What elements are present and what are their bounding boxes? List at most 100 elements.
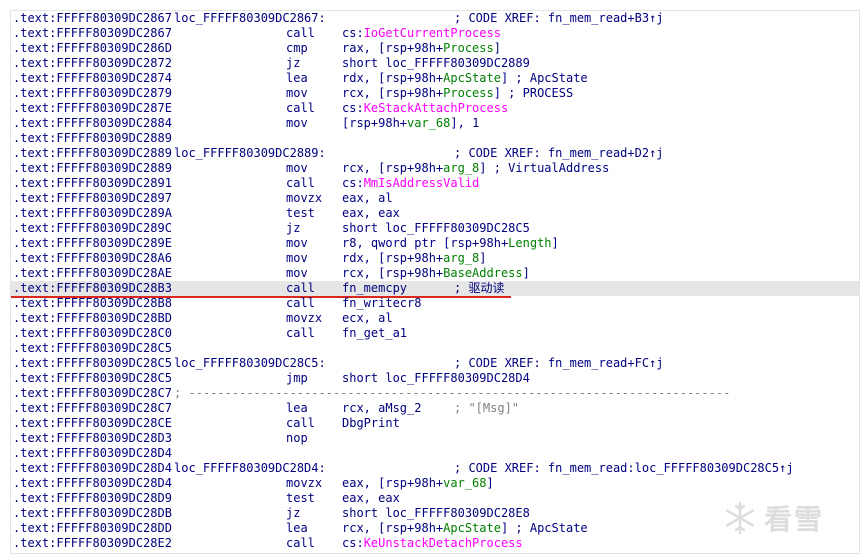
disassembly-view[interactable]: .text:FFFFF80309DC2867 loc_FFFFF80309DC28… bbox=[10, 10, 860, 554]
mnemonic: call bbox=[286, 26, 315, 40]
code-line[interactable]: .text:FFFFF80309DC2874 lea rdx, [rsp+98h+A… bbox=[11, 71, 859, 86]
operands: [rsp+98h+var_68], 1 bbox=[342, 116, 479, 131]
code-line[interactable]: .text:FFFFF80309DC28D9 test eax, eax bbox=[11, 491, 859, 506]
code-line[interactable]: .text:FFFFF80309DC2891 call cs:MmIsAddress… bbox=[11, 176, 859, 191]
code-label-line[interactable]: .text:FFFFF80309DC2889 loc_FFFFF80309DC28… bbox=[11, 146, 859, 161]
import-name[interactable]: MmIsAddressValid bbox=[364, 176, 480, 190]
address: .text:FFFFF80309DC2891 bbox=[13, 176, 172, 190]
code-line[interactable]: .text:FFFFF80309DC28C7 lea rcx, aMsg_2 ; "[… bbox=[11, 401, 859, 416]
operand-text: rdx, [rsp+98h+ bbox=[342, 251, 444, 265]
code-line[interactable]: .text:FFFFF80309DC289C jz short loc_FFFFF8… bbox=[11, 221, 859, 236]
address: .text:FFFFF80309DC28DB bbox=[13, 506, 172, 520]
address: .text:FFFFF80309DC28C5 bbox=[13, 341, 172, 355]
address: .text:FFFFF80309DC28D4 bbox=[13, 476, 172, 490]
code-line[interactable]: .text:FFFFF80309DC28D4 movzx eax, [rsp+98h… bbox=[11, 476, 859, 491]
code-label-line[interactable]: .text:FFFFF80309DC28D4 loc_FFFFF80309DC28… bbox=[11, 461, 859, 476]
mnemonic: mov bbox=[286, 161, 308, 175]
mnemonic: test bbox=[286, 206, 315, 220]
mnemonic: call bbox=[286, 416, 315, 430]
comment: ; "[Msg]" bbox=[454, 401, 520, 415]
code-line[interactable]: .text:FFFFF80309DC28C5 jmp short loc_FFFFF… bbox=[11, 371, 859, 386]
stack-var[interactable]: var_68 bbox=[407, 116, 450, 130]
code-line[interactable]: .text:FFFFF80309DC2884 mov [rsp+98h+var_68… bbox=[11, 116, 859, 131]
stack-var[interactable]: arg_8 bbox=[443, 251, 479, 265]
code-line[interactable]: .text:FFFFF80309DC28C0 call fn_get_a1 bbox=[11, 326, 859, 341]
stack-var[interactable]: var_68 bbox=[443, 476, 486, 490]
stack-var[interactable]: arg_8 bbox=[443, 161, 479, 175]
operands: short loc_FFFFF80309DC2889 bbox=[342, 56, 530, 71]
operands: cs:IoGetCurrentProcess bbox=[342, 26, 501, 41]
operand-text: ecx, al bbox=[342, 311, 393, 325]
operand-text: cs: bbox=[342, 176, 364, 190]
code-line[interactable]: .text:FFFFF80309DC28B3 call fn_memcpy ; 驱动读 bbox=[11, 281, 859, 296]
code-line[interactable]: .text:FFFFF80309DC28C5 bbox=[11, 341, 859, 356]
code-line[interactable]: .text:FFFFF80309DC2897 movzx eax, al bbox=[11, 191, 859, 206]
code-label[interactable]: loc_FFFFF80309DC2889: bbox=[174, 146, 326, 161]
code-line[interactable]: .text:FFFFF80309DC28D4 bbox=[11, 446, 859, 461]
code-label[interactable]: loc_FFFFF80309DC2867: bbox=[174, 11, 326, 26]
code-line[interactable]: .text:FFFFF80309DC28A6 mov rdx, [rsp+98h+a… bbox=[11, 251, 859, 266]
code-line[interactable]: .text:FFFFF80309DC2872 jz short loc_FFFFF8… bbox=[11, 56, 859, 71]
stack-var[interactable]: BaseAddress bbox=[443, 266, 522, 280]
code-line[interactable]: .text:FFFFF80309DC28DD lea rcx, [rsp+98h+A… bbox=[11, 521, 859, 536]
code-line[interactable]: .text:FFFFF80309DC286D cmp rax, [rsp+98h+P… bbox=[11, 41, 859, 56]
address: .text:FFFFF80309DC28AE bbox=[13, 266, 172, 280]
stack-var[interactable]: ApcState bbox=[443, 521, 501, 535]
mnemonic: mov bbox=[286, 251, 308, 265]
address: .text:FFFFF80309DC28C5 bbox=[13, 356, 172, 370]
code-label[interactable]: loc_FFFFF80309DC28C5: bbox=[174, 356, 326, 371]
comment: ; CODE XREF: fn_mem_read:loc_FFFFF80309D… bbox=[454, 461, 794, 475]
code-line[interactable]: .text:FFFFF80309DC28B8 call fn_writecr8 bbox=[11, 296, 859, 311]
address: .text:FFFFF80309DC2897 bbox=[13, 191, 172, 205]
separator-line[interactable]: .text:FFFFF80309DC28C7; ----------------… bbox=[11, 386, 859, 401]
code-line[interactable]: .text:FFFFF80309DC28D3 nop bbox=[11, 431, 859, 446]
operands: short loc_FFFFF80309DC28C5 bbox=[342, 221, 530, 236]
code-line[interactable]: .text:FFFFF80309DC28E2 call cs:KeUnstackDe… bbox=[11, 536, 859, 551]
code-label[interactable]: loc_FFFFF80309DC28D4: bbox=[174, 461, 326, 476]
address: .text:FFFFF80309DC28B8 bbox=[13, 296, 172, 310]
operand-text: [rsp+98h+ bbox=[342, 116, 408, 130]
operand-text: ] bbox=[479, 251, 487, 265]
operand-text: rcx, [rsp+98h+ bbox=[342, 86, 444, 100]
mnemonic: mov bbox=[286, 86, 308, 100]
import-name[interactable]: KeStackAttachProcess bbox=[364, 101, 509, 115]
stack-var[interactable]: Process bbox=[443, 41, 494, 55]
code-line[interactable]: .text:FFFFF80309DC28BD movzx ecx, al bbox=[11, 311, 859, 326]
stack-var[interactable]: Length bbox=[508, 236, 551, 250]
code-line[interactable]: .text:FFFFF80309DC28AE mov rcx, [rsp+98h+B… bbox=[11, 266, 859, 281]
address: .text:FFFFF80309DC2867 bbox=[13, 11, 172, 25]
code-line[interactable]: .text:FFFFF80309DC28DB jz short loc_FFFFF8… bbox=[11, 506, 859, 521]
import-name[interactable]: IoGetCurrentProcess bbox=[364, 26, 501, 40]
mnemonic: movzx bbox=[286, 476, 323, 490]
address: .text:FFFFF80309DC28C5 bbox=[13, 371, 172, 385]
address: .text:FFFFF80309DC289E bbox=[13, 236, 172, 250]
code-line[interactable]: .text:FFFFF80309DC2889 mov rcx, [rsp+98h+a… bbox=[11, 161, 859, 176]
operands: rcx, aMsg_2 bbox=[342, 401, 421, 416]
mnemonic: mov bbox=[286, 266, 308, 280]
operands: rcx, [rsp+98h+Process] ; PROCESS bbox=[342, 86, 573, 101]
code-line[interactable]: .text:FFFFF80309DC2879 mov rcx, [rsp+98h+P… bbox=[11, 86, 859, 101]
operands: ecx, al bbox=[342, 311, 393, 326]
mnemonic: lea bbox=[286, 71, 308, 85]
operand-text: eax, [rsp+98h+ bbox=[342, 476, 444, 490]
mnemonic: movzx bbox=[286, 311, 323, 325]
operand-text: eax, eax bbox=[342, 206, 400, 220]
comment: ; CODE XREF: fn_mem_read+D2↑j bbox=[454, 146, 664, 160]
code-line[interactable]: .text:FFFFF80309DC289E mov r8, qword ptr [… bbox=[11, 236, 859, 251]
operand-text: rcx, [rsp+98h+ bbox=[342, 521, 444, 535]
comment: ; CODE XREF: fn_mem_read+FC↑j bbox=[454, 356, 664, 370]
import-name[interactable]: KeUnstackDetachProcess bbox=[364, 536, 523, 550]
operand-text: rcx, [rsp+98h+ bbox=[342, 266, 444, 280]
operands: eax, [rsp+98h+var_68] bbox=[342, 476, 494, 491]
stack-var[interactable]: ApcState bbox=[443, 71, 501, 85]
code-line[interactable]: .text:FFFFF80309DC28CE call DbgPrint bbox=[11, 416, 859, 431]
code-line[interactable]: .text:FFFFF80309DC2889 bbox=[11, 131, 859, 146]
code-line[interactable]: .text:FFFFF80309DC2867 call cs:IoGetCurren… bbox=[11, 26, 859, 41]
code-label-line[interactable]: .text:FFFFF80309DC28C5 loc_FFFFF80309DC28… bbox=[11, 356, 859, 371]
address: .text:FFFFF80309DC2872 bbox=[13, 56, 172, 70]
code-label-line[interactable]: .text:FFFFF80309DC2867 loc_FFFFF80309DC28… bbox=[11, 11, 859, 26]
code-line[interactable]: .text:FFFFF80309DC289A test eax, eax bbox=[11, 206, 859, 221]
address: .text:FFFFF80309DC287E bbox=[13, 101, 172, 115]
code-line[interactable]: .text:FFFFF80309DC287E call cs:KeStackAtta… bbox=[11, 101, 859, 116]
stack-var[interactable]: Process bbox=[443, 86, 494, 100]
